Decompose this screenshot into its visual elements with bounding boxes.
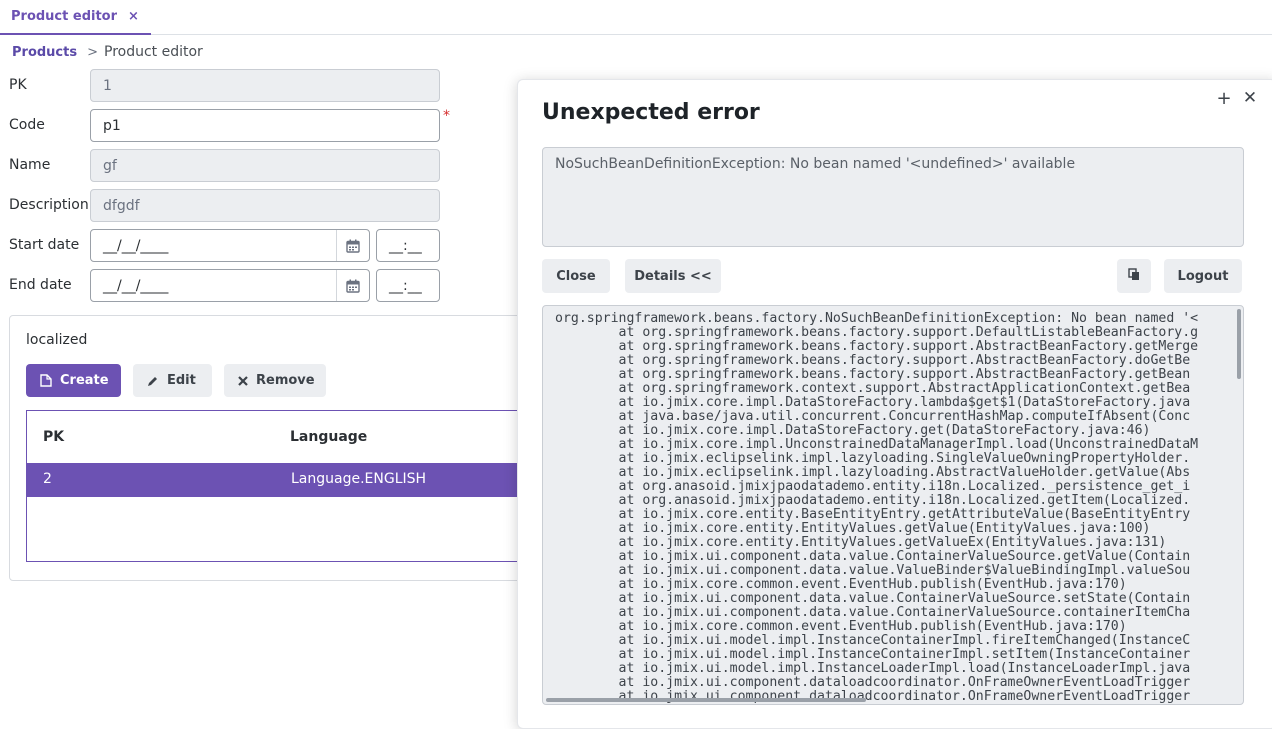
- copy-icon: [1128, 267, 1140, 285]
- end-date-value: __/__/____: [103, 278, 169, 294]
- stacktrace-line: at org.springframework.beans.factory.sup…: [555, 339, 1199, 354]
- horizontal-scrollbar[interactable]: [546, 698, 866, 702]
- logout-button[interactable]: Logout: [1164, 259, 1242, 293]
- create-icon: [40, 374, 52, 387]
- stacktrace-line: at org.springframework.beans.factory.sup…: [555, 325, 1199, 340]
- logout-label: Logout: [1177, 268, 1229, 284]
- start-date-label: Start date: [9, 237, 80, 253]
- stacktrace-line: at org.anasoid.jmixjpaodatademo.entity.i…: [555, 479, 1191, 494]
- close-label: Close: [556, 268, 596, 284]
- error-message-box[interactable]: NoSuchBeanDefinitionException: No bean n…: [542, 147, 1244, 247]
- stacktrace-line: at org.anasoid.jmixjpaodatademo.entity.i…: [555, 493, 1191, 508]
- pk-value: 1: [103, 77, 112, 94]
- tab-product-editor[interactable]: Product editor ×: [0, 0, 151, 35]
- copy-button[interactable]: [1117, 259, 1151, 293]
- stacktrace-line: at io.jmix.core.entity.BaseEntityEntry.g…: [555, 507, 1191, 522]
- description-label: Description: [9, 197, 89, 213]
- row-pk: 2: [43, 471, 52, 487]
- stacktrace-line: at io.jmix.core.impl.DataStoreFactory.ge…: [555, 423, 1151, 438]
- remove-button[interactable]: Remove: [224, 364, 326, 397]
- tab-label: Product editor: [11, 9, 118, 24]
- end-date-field[interactable]: __/__/____: [90, 269, 370, 302]
- code-label: Code: [9, 117, 45, 133]
- name-field[interactable]: gf: [90, 149, 440, 182]
- name-label: Name: [9, 157, 51, 173]
- stacktrace-line: at io.jmix.ui.component.data.value.Value…: [555, 563, 1191, 578]
- calendar-icon[interactable]: [336, 230, 369, 261]
- details-label: Details <<: [634, 268, 712, 284]
- stacktrace-line: at io.jmix.ui.model.impl.InstanceContain…: [555, 647, 1191, 662]
- stacktrace-line: at io.jmix.core.impl.UnconstrainedDataMa…: [555, 437, 1199, 452]
- pk-label: PK: [9, 77, 27, 93]
- stacktrace-text: org.springframework.beans.factory.NoSuch…: [555, 312, 1235, 704]
- create-label: Create: [60, 373, 109, 388]
- pk-field[interactable]: 1: [90, 69, 440, 102]
- row-language: Language.ENGLISH: [291, 471, 427, 487]
- stacktrace-line: at io.jmix.core.impl.DataStoreFactory.la…: [555, 395, 1191, 410]
- description-field[interactable]: dfgdf: [90, 189, 440, 222]
- stacktrace-line: at io.jmix.core.common.event.EventHub.pu…: [555, 619, 1127, 634]
- dialog-title: Unexpected error: [542, 100, 760, 125]
- code-field[interactable]: p1: [90, 109, 440, 142]
- close-button[interactable]: Close: [542, 259, 610, 293]
- breadcrumb-current: Product editor: [104, 44, 203, 60]
- stacktrace-line: at io.jmix.ui.component.data.value.Conta…: [555, 605, 1191, 620]
- remove-label: Remove: [256, 373, 315, 388]
- localized-title: localized: [26, 332, 88, 348]
- breadcrumb: Products > Product editor: [12, 43, 203, 61]
- stacktrace-line: at io.jmix.ui.model.impl.InstanceContain…: [555, 633, 1191, 648]
- column-header-language[interactable]: Language: [290, 429, 367, 445]
- maximize-icon[interactable]: +: [1215, 88, 1233, 109]
- table-row[interactable]: 2 Language.ENGLISH: [27, 463, 551, 497]
- stacktrace-line: at org.springframework.beans.factory.sup…: [555, 367, 1191, 382]
- calendar-icon[interactable]: [336, 270, 369, 301]
- breadcrumb-separator: >: [87, 44, 98, 60]
- stacktrace-area[interactable]: org.springframework.beans.factory.NoSuch…: [542, 305, 1244, 705]
- column-header-pk[interactable]: PK: [43, 429, 64, 445]
- remove-icon: [238, 375, 248, 386]
- code-required-indicator: *: [443, 108, 450, 124]
- pencil-icon: [147, 375, 159, 387]
- details-button[interactable]: Details <<: [625, 259, 721, 293]
- stacktrace-line: at io.jmix.ui.component.dataloadcoordina…: [555, 675, 1191, 690]
- start-time-value: __:__: [389, 237, 422, 254]
- stacktrace-line: at io.jmix.eclipselink.impl.lazyloading.…: [555, 451, 1191, 466]
- edit-button[interactable]: Edit: [133, 364, 212, 397]
- close-icon[interactable]: ✕: [1241, 88, 1259, 108]
- end-date-label: End date: [9, 277, 72, 293]
- localized-table: PK Language 2 Language.ENGLISH: [26, 410, 551, 562]
- error-dialog: Unexpected error + ✕ NoSuchBeanDefinitio…: [517, 79, 1272, 729]
- create-button[interactable]: Create: [26, 364, 121, 397]
- start-time-field[interactable]: __:__: [376, 229, 440, 262]
- end-time-field[interactable]: __:__: [376, 269, 440, 302]
- description-value: dfgdf: [103, 197, 140, 214]
- name-value: gf: [103, 157, 117, 174]
- stacktrace-line: at io.jmix.ui.component.data.value.Conta…: [555, 591, 1191, 606]
- stacktrace-line: at org.springframework.beans.factory.sup…: [555, 353, 1191, 368]
- start-date-field[interactable]: __/__/____: [90, 229, 370, 262]
- stacktrace-line: at io.jmix.core.entity.EntityValues.getV…: [555, 521, 1151, 536]
- tab-close-icon[interactable]: ×: [128, 9, 139, 24]
- edit-label: Edit: [167, 373, 196, 388]
- start-date-value: __/__/____: [103, 238, 169, 254]
- stacktrace-line: at org.springframework.context.support.A…: [555, 381, 1191, 396]
- error-message: NoSuchBeanDefinitionException: No bean n…: [555, 156, 1076, 172]
- stacktrace-line: at java.base/java.util.concurrent.Concur…: [555, 409, 1191, 424]
- stacktrace-line: at io.jmix.core.entity.EntityValues.getV…: [555, 535, 1167, 550]
- stacktrace-line: at io.jmix.ui.component.data.value.Conta…: [555, 549, 1191, 564]
- tab-bar: Product editor ×: [0, 0, 1272, 35]
- end-time-value: __:__: [389, 277, 422, 294]
- stacktrace-line: at io.jmix.core.common.event.EventHub.pu…: [555, 577, 1127, 592]
- breadcrumb-products-link[interactable]: Products: [12, 45, 77, 60]
- localized-group: localized Create Edit Remove PK Language…: [9, 315, 551, 581]
- stacktrace-line: org.springframework.beans.factory.NoSuch…: [555, 312, 1199, 326]
- vertical-scrollbar[interactable]: [1237, 309, 1241, 379]
- stacktrace-line: at io.jmix.ui.model.impl.InstanceLoaderI…: [555, 661, 1191, 676]
- stacktrace-line: at io.jmix.eclipselink.impl.lazyloading.…: [555, 465, 1191, 480]
- code-value: p1: [103, 117, 121, 134]
